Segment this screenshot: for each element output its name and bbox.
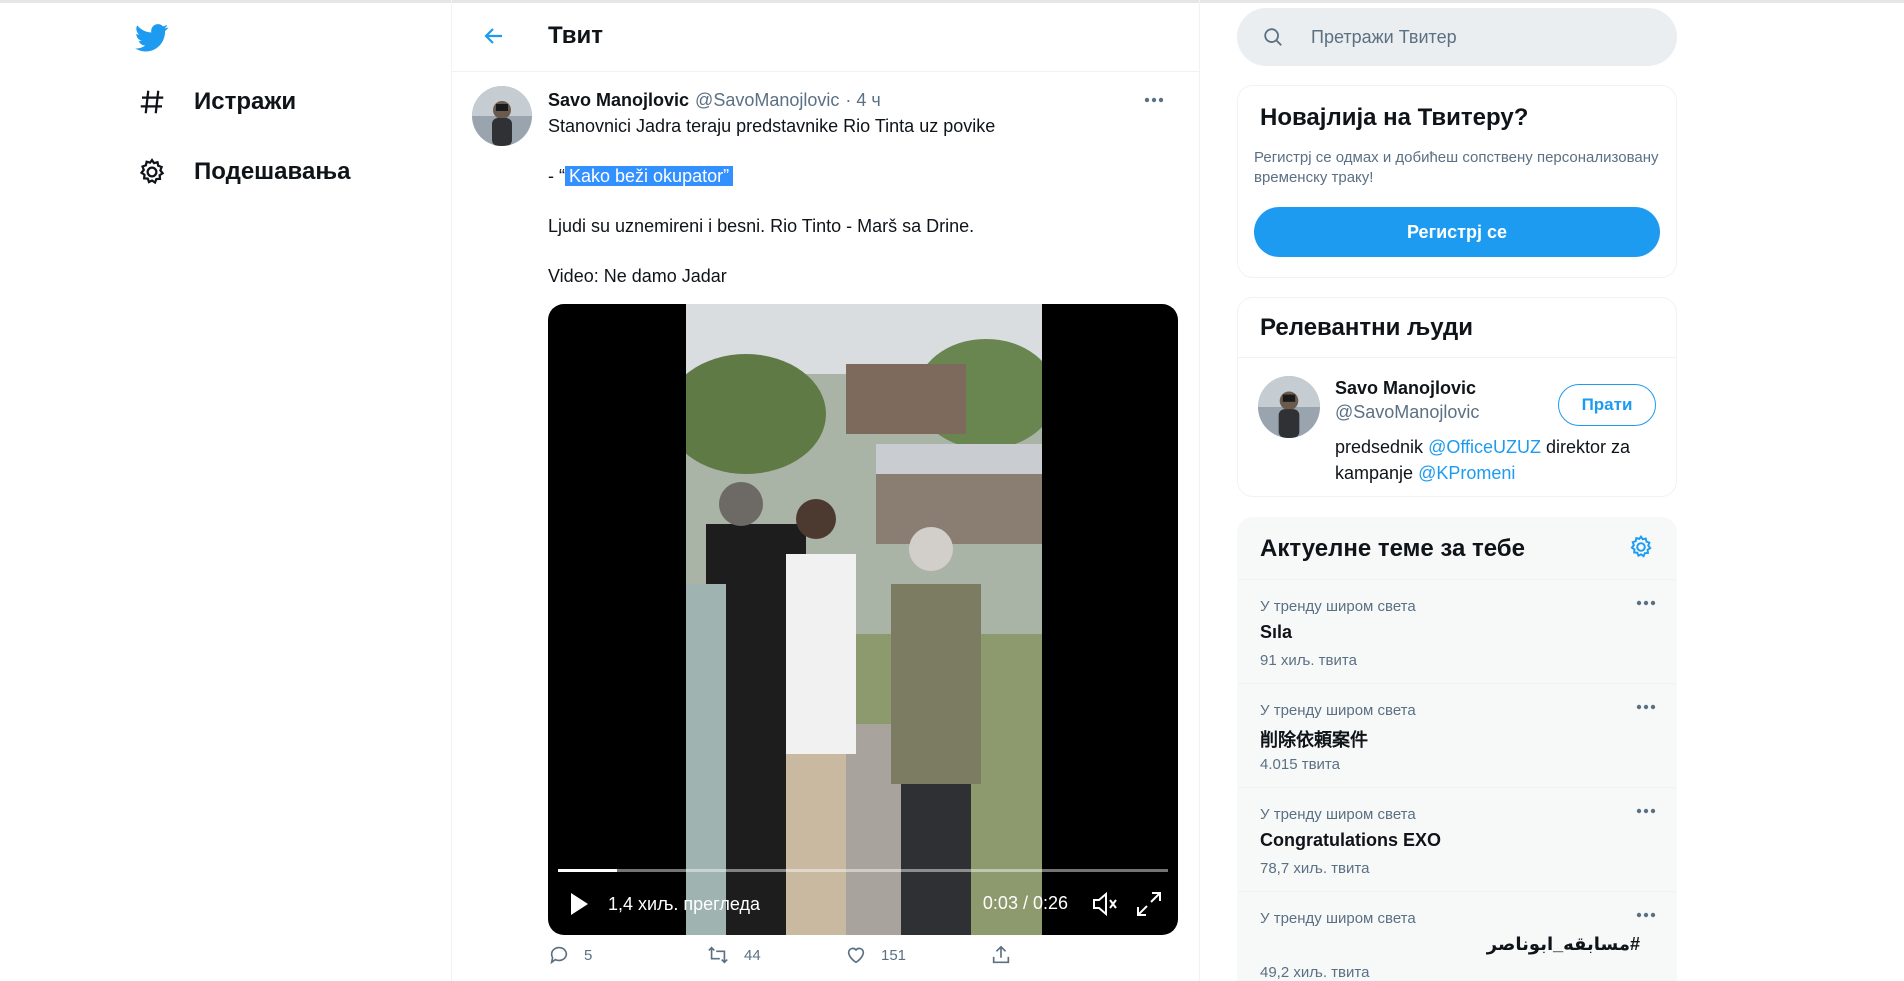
tweet-line-3: Ljudi su uznemireni i besni. Rio Tinto -… — [548, 216, 975, 236]
new-card-description: Регистрј се одмах и добићеш сопствену пе… — [1254, 149, 1659, 186]
reply-button[interactable]: 5 — [548, 944, 592, 966]
more-dots-icon — [1144, 97, 1164, 103]
new-card-title: Новајлија на Твитеру? — [1260, 104, 1529, 131]
nav-explore[interactable]: Истражи — [130, 74, 430, 130]
volume-muted-icon — [1093, 891, 1117, 917]
bio-link-officeuzuz[interactable]: @OfficeUZUZ — [1428, 437, 1541, 457]
tweet-time[interactable]: · 4 ч — [845, 86, 880, 114]
hashtag-icon — [130, 80, 174, 124]
gear-icon — [130, 150, 174, 194]
author-handle[interactable]: @SavoManojlovic — [695, 86, 839, 114]
nav-explore-label: Истражи — [194, 88, 297, 115]
arrow-left-icon — [484, 27, 502, 44]
trend-item[interactable]: У тренду широм света Congratulations EXO… — [1238, 788, 1676, 892]
tweet-header: Твит — [452, 0, 1199, 72]
play-button[interactable] — [566, 891, 592, 917]
author-name[interactable]: Savo Manojlovic — [548, 86, 689, 114]
tweet-body: Savo Manojlovic @SavoManojlovic · 4 ч St… — [548, 86, 1178, 965]
relevant-avatar[interactable] — [1258, 376, 1320, 438]
relevant-people-card: Релевантни људи Savo Manojlovic @SavoMan… — [1237, 297, 1677, 497]
signup-button[interactable]: Регистрј се — [1254, 207, 1660, 257]
fullscreen-icon — [1137, 892, 1161, 916]
relevant-header: Релевантни људи — [1238, 298, 1676, 358]
trends-settings-button[interactable] — [1628, 534, 1654, 565]
relevant-name[interactable]: Savo Manojlovic — [1335, 378, 1476, 399]
trend-count: 91 хиљ. твита — [1260, 652, 1357, 669]
trend-context: У тренду широм света — [1260, 910, 1416, 927]
twitter-logo-icon[interactable] — [130, 16, 174, 60]
gear-icon — [1630, 535, 1652, 558]
page-title: Твит — [548, 21, 604, 49]
trend-count: 78,7 хиљ. твита — [1260, 860, 1370, 877]
more-dots-icon[interactable] — [1636, 912, 1656, 918]
tweet-actions: 5 44 151 — [548, 944, 1178, 974]
trend-count: 49,2 хиљ. твита — [1260, 964, 1370, 981]
share-button[interactable] — [990, 944, 1012, 966]
relevant-title: Релевантни људи — [1260, 313, 1473, 341]
trend-context: У тренду широм света — [1260, 806, 1416, 823]
fullscreen-button[interactable] — [1134, 889, 1164, 924]
bio-text-1: predsednik — [1335, 437, 1429, 457]
tweet-line-2: - “Kako beži okupator” — [548, 164, 1178, 188]
like-button[interactable]: 151 — [845, 944, 906, 966]
share-icon — [992, 945, 1010, 964]
tweet-line-4: Video: Ne damo Jadar — [548, 266, 727, 286]
trend-topic: #مسابقه_ابوناصر — [1486, 934, 1640, 954]
tweet-line-2-prefix: - “ — [548, 166, 565, 186]
nav-settings-label: Подешавања — [194, 158, 351, 185]
main-column: Твит Savo Manojlovic @SavoManojlovic · 4… — [451, 0, 1200, 981]
heart-icon — [847, 947, 865, 964]
trend-context: У тренду широм света — [1260, 598, 1416, 615]
trend-topic: Congratulations EXO — [1260, 830, 1442, 850]
trends-header: Актуелне теме за тебе — [1238, 518, 1676, 580]
reply-icon — [550, 946, 568, 965]
volume-button[interactable] — [1090, 889, 1120, 924]
back-button[interactable] — [466, 8, 522, 64]
search-icon — [1259, 23, 1287, 51]
video-player[interactable]: 1,4 хиљ. прегледа 0:03 / 0:26 — [548, 304, 1178, 935]
play-icon — [571, 893, 588, 915]
video-controls: 1,4 хиљ. прегледа 0:03 / 0:26 — [548, 882, 1178, 926]
more-dots-icon[interactable] — [1636, 808, 1656, 814]
retweet-icon — [708, 946, 728, 964]
nav-settings[interactable]: Подешавања — [130, 144, 430, 200]
trends-card: Актуелне теме за тебе У тренду широм све… — [1237, 517, 1677, 981]
video-progress-bar[interactable] — [558, 869, 1168, 872]
trend-topic: 削除依頼案件 — [1260, 730, 1368, 750]
video-views: 1,4 хиљ. прегледа — [608, 893, 760, 914]
like-count: 151 — [881, 946, 907, 964]
trend-count: 4.015 твита — [1260, 756, 1340, 773]
new-to-twitter-card: Новајлија на Твитеру? Регистрј се одмах … — [1237, 85, 1677, 278]
avatar[interactable] — [472, 86, 532, 146]
retweet-count: 44 — [744, 946, 761, 964]
tweet-meta: Savo Manojlovic @SavoManojlovic · 4 ч — [548, 86, 1178, 114]
video-progress-fill — [558, 869, 618, 872]
search-bar[interactable] — [1237, 8, 1677, 66]
more-dots-icon[interactable] — [1636, 600, 1656, 606]
follow-button[interactable]: Прати — [1558, 384, 1656, 426]
trends-title: Актуелне теме за тебе — [1260, 534, 1525, 562]
video-frame — [686, 304, 1042, 935]
tweet-line-2-highlight: Kako beži okupator” — [565, 166, 734, 186]
left-nav: Истражи Подешавања — [130, 16, 430, 200]
trend-topic: Sıla — [1260, 622, 1293, 642]
relevant-bio: predsednik @OfficeUZUZ direktor za kampa… — [1335, 434, 1655, 486]
trend-item[interactable]: У тренду широм света 削除依頼案件 4.015 твита — [1238, 684, 1676, 788]
reply-count: 5 — [584, 946, 593, 964]
tweet-line-1: Stanovnici Jadra teraju predstavnike Rio… — [548, 116, 996, 136]
more-dots-icon[interactable] — [1636, 704, 1656, 710]
retweet-button[interactable]: 44 — [706, 944, 761, 966]
more-options-button[interactable] — [1138, 86, 1170, 114]
trend-context: У тренду широм света — [1260, 702, 1416, 719]
relevant-handle[interactable]: @SavoManojlovic — [1335, 402, 1479, 423]
video-time: 0:03 / 0:26 — [982, 893, 1068, 913]
trend-item[interactable]: У тренду широм света #مسابقه_ابوناصر 49,… — [1238, 892, 1676, 981]
trend-item[interactable]: У тренду широм света Sıla 91 хиљ. твита — [1238, 580, 1676, 684]
search-input[interactable] — [1311, 26, 1631, 48]
bio-link-kpromeni[interactable]: @KPromeni — [1418, 463, 1515, 483]
